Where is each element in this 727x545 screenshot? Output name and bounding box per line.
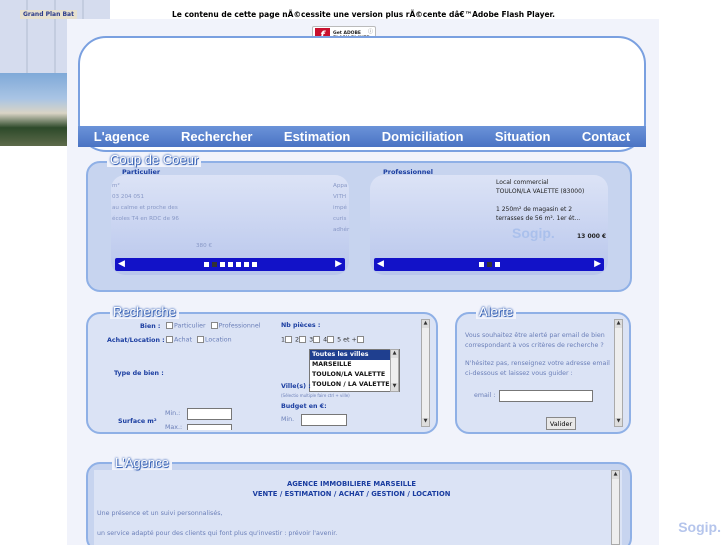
particulier-description: m² 03 204 051 au calme et proche des éco… xyxy=(112,183,179,222)
coup-de-coeur-title: Coup de Coeur xyxy=(107,152,202,167)
bien-label: Bien : xyxy=(140,323,161,330)
agence-heading: AGENCE IMMOBILIERE MARSEILLE xyxy=(286,480,417,488)
agence-title: L'Agence xyxy=(112,455,172,470)
budget-min-label: Min. xyxy=(281,416,295,423)
ville-option[interactable]: MARSEILLE xyxy=(310,360,399,370)
agence-scrollbar[interactable]: ▲ xyxy=(611,470,620,545)
nav-estimation[interactable]: Estimation xyxy=(284,129,350,144)
alerte-scrollbar[interactable]: ▲ ▼ xyxy=(614,319,623,427)
professionnel-price: 13 000 € xyxy=(577,233,607,240)
surface-max-label: Max.: xyxy=(165,424,183,431)
nav-domiciliation[interactable]: Domiciliation xyxy=(382,129,464,144)
recherche-title: Recherche xyxy=(110,304,179,319)
pieces-5-checkbox[interactable] xyxy=(356,336,364,343)
particulier-label: Particulier xyxy=(122,168,161,176)
particulier-slider: ◀ ▶ xyxy=(115,258,345,271)
professionnel-checkbox[interactable] xyxy=(210,322,218,329)
valider-button[interactable]: Valider xyxy=(546,417,576,430)
slide-dot[interactable] xyxy=(243,262,249,267)
slide-dot[interactable] xyxy=(486,262,492,267)
prev-arrow-icon[interactable]: ◀ xyxy=(118,259,125,269)
slide-dot[interactable] xyxy=(219,262,225,267)
villes-hint: (Sélectio multiple faire ctrl + ville) xyxy=(281,393,350,398)
pieces-4-checkbox[interactable] xyxy=(327,336,335,343)
budget-min-input[interactable] xyxy=(301,414,347,426)
alerte-instructions: N'hésitez pas, renseignez votre adresse … xyxy=(465,360,610,377)
location-checkbox[interactable] xyxy=(197,336,204,343)
alerte-title: Alerte xyxy=(476,304,516,319)
scroll-down-icon[interactable]: ▼ xyxy=(422,418,429,426)
email-label: email : xyxy=(474,392,496,399)
particulier-checkbox[interactable] xyxy=(166,322,173,329)
nav-rechercher[interactable]: Rechercher xyxy=(181,129,253,144)
agence-services: VENTE / ESTIMATION / ACHAT / GESTION / L… xyxy=(252,490,451,498)
scroll-up-icon[interactable]: ▲ xyxy=(422,320,429,328)
photo-sign: Grand Plan Bat xyxy=(20,10,77,19)
surface-max-input[interactable] xyxy=(187,424,232,430)
prev-arrow-icon[interactable]: ◀ xyxy=(377,259,384,269)
recherche-scrollbar[interactable]: ▲ ▼ xyxy=(421,319,430,427)
slide-dot[interactable] xyxy=(211,262,217,267)
slide-dot[interactable] xyxy=(494,262,500,267)
agence-paragraph: Une présence et un suivi personnalisés, xyxy=(97,510,223,517)
scroll-down-icon[interactable]: ▼ xyxy=(391,383,398,391)
nav-lagence[interactable]: L'agence xyxy=(94,129,150,144)
type-de-bien-label: Type de bien : xyxy=(114,370,164,377)
villes-scrollbar[interactable]: ▲ ▼ xyxy=(390,349,399,392)
info-icon: ⓘ xyxy=(367,29,373,35)
slide-dot[interactable] xyxy=(251,262,257,267)
nb-pieces-options: 1 2 3 4 5 et + xyxy=(281,336,365,344)
achat-checkbox[interactable] xyxy=(166,336,173,343)
professionnel-label: Professionnel xyxy=(383,168,433,176)
ville-option[interactable]: Toutes les villes xyxy=(310,350,399,360)
scroll-up-icon[interactable]: ▲ xyxy=(391,350,398,358)
achat-location-options: Achat Location xyxy=(166,336,232,344)
agence-paragraph: un service adapté pour des clients qui f… xyxy=(97,530,338,537)
slide-dot[interactable] xyxy=(235,262,241,267)
nav-contact[interactable]: Contact xyxy=(582,129,630,144)
next-arrow-icon[interactable]: ▶ xyxy=(594,259,601,269)
particulier-price: 380 € xyxy=(196,243,213,249)
achat-location-label: Achat/Location : xyxy=(107,337,165,344)
bien-options: Particulier Professionnel xyxy=(166,322,260,330)
particulier-side-text: Appa VITH impé curis adhér xyxy=(333,183,350,233)
nav-situation[interactable]: Situation xyxy=(495,129,551,144)
email-input[interactable] xyxy=(499,390,593,402)
scroll-up-icon[interactable]: ▲ xyxy=(612,471,619,479)
alerte-intro: Vous souhaitez être alerté par email de … xyxy=(465,332,605,349)
villes-label: Ville(s) : xyxy=(281,383,311,390)
slide-dot[interactable] xyxy=(227,262,233,267)
pieces-3-checkbox[interactable] xyxy=(313,336,321,343)
slide-dot[interactable] xyxy=(203,262,209,267)
sogip-watermark: Sogip. xyxy=(512,225,555,241)
professionnel-slider: ◀ ▶ xyxy=(374,258,604,271)
scroll-up-icon[interactable]: ▲ xyxy=(615,320,622,328)
slide-dot[interactable] xyxy=(478,262,484,267)
ville-option[interactable]: TOULON/LA VALETTE xyxy=(310,370,399,380)
scroll-down-icon[interactable]: ▼ xyxy=(615,418,622,426)
ville-option[interactable]: TOULON / LA VALETTE xyxy=(310,380,399,390)
flash-required-message: Le contenu de cette page nÃ©cessite une … xyxy=(171,10,556,19)
villes-listbox[interactable]: Toutes les villes MARSEILLE TOULON/LA VA… xyxy=(309,349,400,392)
surface-min-label: Min.: xyxy=(165,410,181,417)
nb-pieces-label: Nb pièces : xyxy=(281,322,321,329)
professionnel-description: Local commercial TOULON/LA VALETTE (8300… xyxy=(496,179,585,222)
surface-min-input[interactable] xyxy=(187,408,232,420)
budget-label: Budget en €: xyxy=(281,403,327,410)
next-arrow-icon[interactable]: ▶ xyxy=(335,259,342,269)
main-navigation: L'agence Rechercher Estimation Domicilia… xyxy=(78,126,646,147)
pieces-1-checkbox[interactable] xyxy=(285,336,293,343)
surface-label: Surface m² xyxy=(118,418,157,425)
pieces-2-checkbox[interactable] xyxy=(299,336,307,343)
